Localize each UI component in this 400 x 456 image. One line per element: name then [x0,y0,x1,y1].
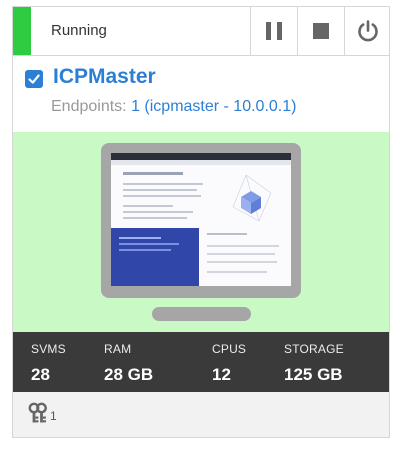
stat-svms-label: SVMS [31,342,66,356]
stat-cpus-value: 12 [212,365,231,384]
pause-button[interactable] [250,7,296,55]
screen-thumbnail [111,153,291,286]
stat-svms-value: 28 [31,365,50,384]
vm-card: Running ICPMaster Endpoints: 1 (icpmaste… [12,6,390,438]
pause-icon [265,22,282,40]
endpoints-row: Endpoints: 1 (icpmaster - 10.0.0.1) [51,98,296,116]
keys-count: 1 [50,409,57,423]
endpoints-label: Endpoints: [51,98,127,115]
stat-storage-label: STORAGE [284,342,344,356]
vm-status-bar: Running [13,7,389,56]
status-text: Running [51,22,107,39]
stat-ram-value: 28 GB [104,365,154,384]
keys-icon [28,402,47,423]
power-button[interactable] [344,7,390,55]
monitor-stand [152,307,251,321]
card-footer: 1 [13,392,389,437]
resource-stats: SVMS 28 RAM 28 GB CPUS 12 STORAGE 125 GB [13,332,389,392]
vm-console-preview[interactable] [13,132,389,332]
monitor-icon [101,143,301,298]
checkmark-icon [28,74,40,84]
vm-info: ICPMaster Endpoints: 1 (icpmaster - 10.0… [13,56,389,132]
stat-cpus-label: CPUS [212,342,247,356]
stop-icon [312,23,329,39]
stat-storage-value: 125 GB [284,365,343,384]
endpoints-link[interactable]: 1 (icpmaster - 10.0.0.1) [131,98,296,115]
status-indicator [13,7,31,55]
vm-select-checkbox[interactable] [25,70,43,88]
stop-button[interactable] [297,7,343,55]
vm-name-link[interactable]: ICPMaster [53,65,156,89]
ssh-keys-indicator[interactable]: 1 [27,402,57,424]
power-icon [357,20,378,42]
stat-ram-label: RAM [104,342,132,356]
